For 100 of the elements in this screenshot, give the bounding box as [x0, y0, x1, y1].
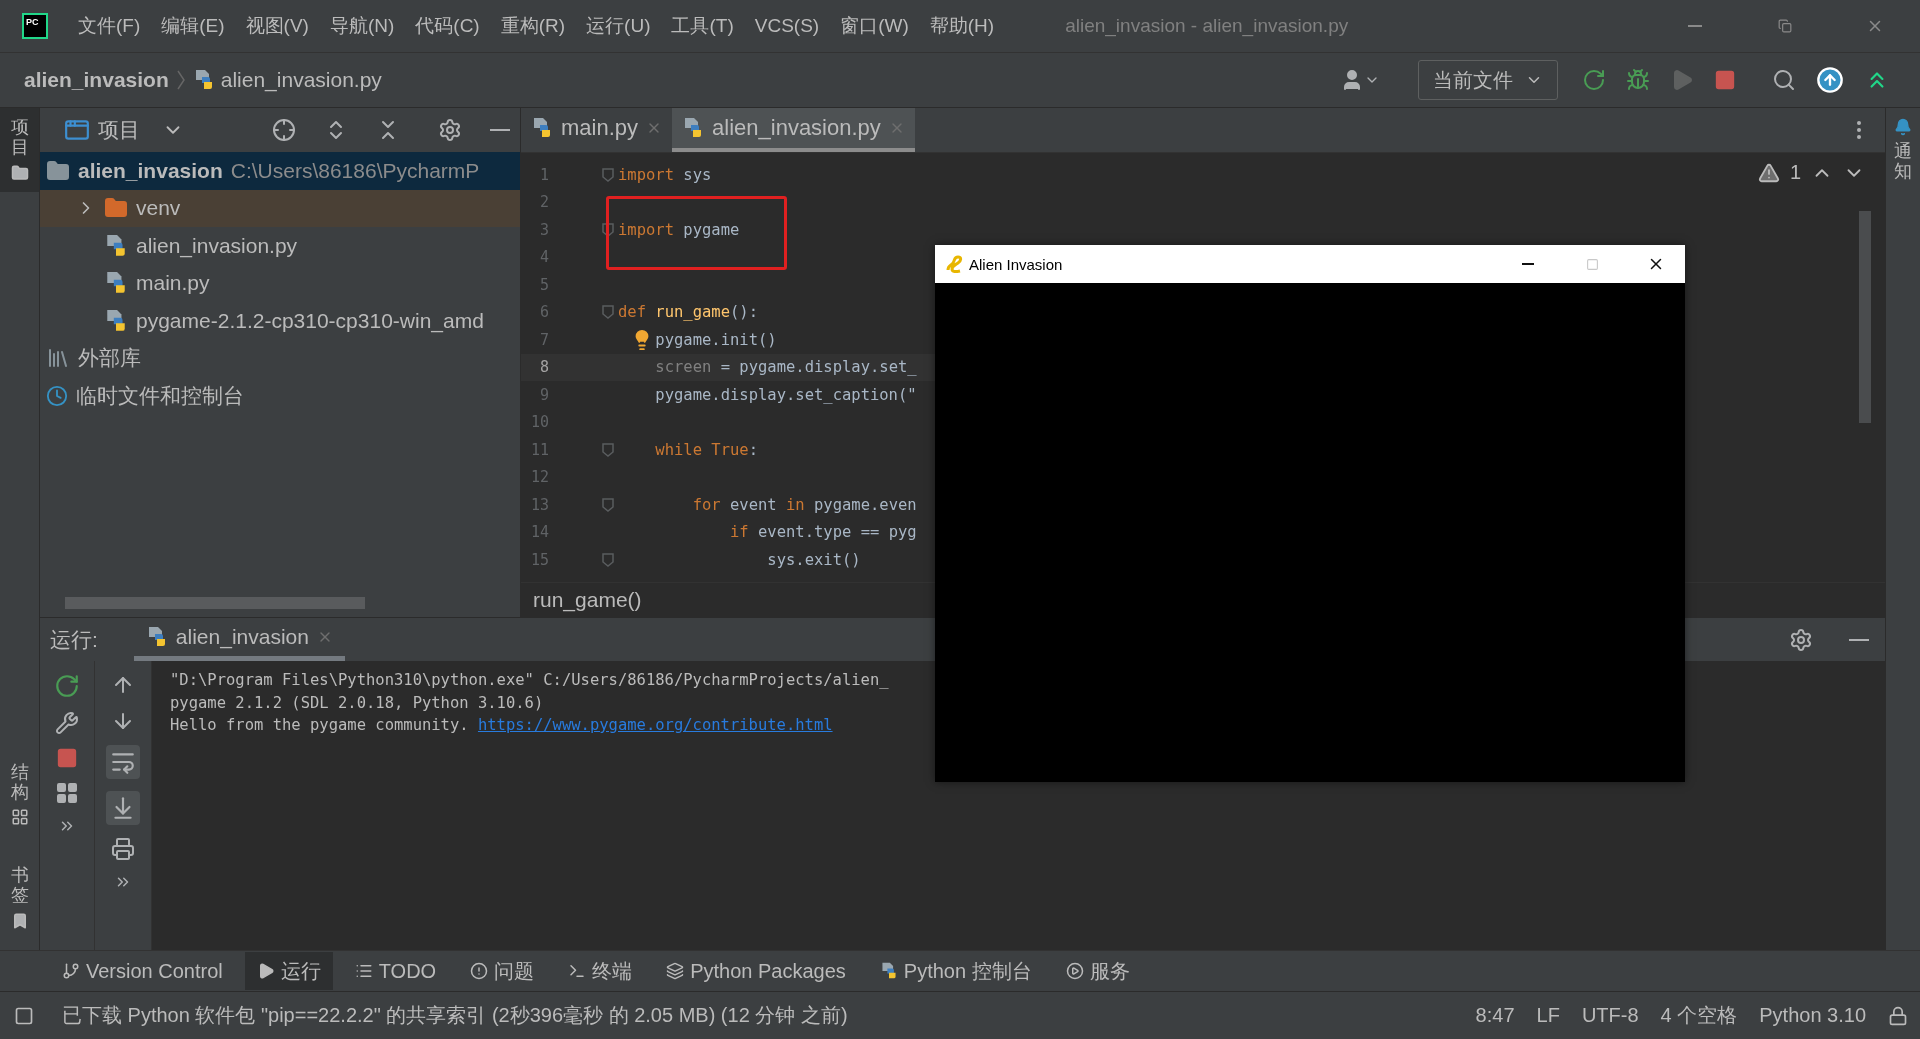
debug-button[interactable] [1626, 68, 1650, 92]
fold-marker-icon[interactable] [602, 222, 614, 237]
menu-item[interactable]: 文件(F) [78, 13, 141, 39]
fold-marker-icon[interactable] [602, 497, 614, 512]
breadcrumb-project[interactable]: alien_invasion [24, 68, 169, 92]
editor-tab[interactable]: main.py [521, 108, 673, 152]
stop-button[interactable] [56, 747, 78, 769]
tree-item-label: 外部库 [78, 345, 141, 372]
layers-icon [666, 962, 685, 980]
settings-button[interactable] [438, 118, 462, 142]
list-icon [354, 962, 373, 980]
wrench-button[interactable] [55, 711, 79, 735]
tree-item[interactable]: alien_invasion C:\Users\86186\PycharmP [40, 152, 520, 190]
fold-marker-icon[interactable] [602, 442, 614, 457]
line-number: 11 [529, 440, 549, 459]
code-text: pygame.init() [655, 330, 777, 349]
search-button[interactable] [1772, 68, 1796, 92]
tool-window-button[interactable]: Python 控制台 [867, 952, 1044, 990]
fold-marker-icon[interactable] [602, 305, 614, 320]
tree-item-label: alien_invasion [78, 158, 223, 183]
menu-item[interactable]: 视图(V) [245, 13, 309, 39]
tool-window-button[interactable]: 终端 [556, 952, 645, 990]
rerun-button[interactable] [1582, 68, 1606, 92]
tool-window-button[interactable]: 服务 [1053, 952, 1142, 990]
menu-item[interactable]: 导航(N) [329, 13, 395, 39]
editor-tab[interactable]: alien_invasion.py [672, 108, 915, 152]
line-number: 14 [529, 523, 549, 542]
code-text: while True: [655, 440, 758, 459]
tree-item-label: alien_invasion.py [136, 233, 298, 258]
tree-item[interactable]: alien_invasion.py [40, 227, 520, 265]
tree-item[interactable]: 外部库 [40, 339, 520, 377]
console-link[interactable]: https://www.pygame.org/contribute.html [477, 716, 833, 734]
console-line: "D:\Program Files\Python310\python.exe" C:/Users/86186/PycharmProjects/alien_ [170, 671, 890, 691]
status-item[interactable]: 4 个空格 [1660, 1002, 1738, 1029]
breadcrumb[interactable]: run_game() [533, 588, 642, 612]
menu-item[interactable]: 编辑(E) [161, 13, 225, 39]
settings-button[interactable] [1789, 627, 1813, 652]
hide-button[interactable] [1849, 638, 1869, 641]
warning-icon [1757, 161, 1780, 184]
tool-window-button[interactable]: Version Control [50, 952, 235, 990]
game-window-title: Alien Invasion [969, 255, 1064, 273]
python-file-icon [879, 962, 898, 980]
tree-item[interactable]: pygame-2.1.2-cp310-cp310-win_amd [40, 302, 520, 340]
run-config-dropdown[interactable]: 当前文件 [1418, 60, 1558, 100]
minus-icon [490, 129, 510, 131]
tool-window-tab[interactable]: 书签 [0, 856, 39, 940]
python-file-icon [104, 233, 128, 258]
line-number: 10 [529, 413, 549, 432]
print-button[interactable] [111, 837, 135, 861]
fold-marker-icon[interactable] [602, 167, 614, 182]
python-file-icon [104, 308, 128, 333]
menu-item[interactable]: 帮助(H) [929, 13, 995, 39]
tree-item[interactable]: venv [40, 189, 520, 227]
status-item[interactable]: Python 3.10 [1759, 1004, 1866, 1027]
tool-window-tab[interactable]: 结构 [0, 752, 39, 837]
tool-window-button[interactable]: Python Packages [654, 952, 858, 990]
app-logo: PC [22, 13, 48, 39]
tree-item-label: main.py [136, 271, 210, 296]
tool-window-button[interactable]: 问题 [458, 952, 547, 990]
stop-icon [1714, 69, 1736, 91]
horizontal-scrollbar[interactable] [65, 597, 365, 609]
menu-item[interactable]: 重构(R) [500, 13, 566, 39]
status-message[interactable]: 已下载 Python 软件包 "pip==22.2.2" 的共享索引 (2秒396毫秒 的 2.05 MB) (12 分钟 之前) [62, 1002, 1454, 1029]
code-text: def run_game(): [618, 303, 758, 322]
soft-wrap-button[interactable] [106, 745, 140, 779]
update-button[interactable] [1816, 66, 1844, 94]
menu-item[interactable]: 窗口(W) [840, 13, 909, 39]
tree-item[interactable]: main.py [40, 264, 520, 302]
tool-window-tab[interactable]: 通知 [1886, 108, 1920, 192]
menu-item[interactable]: 代码(C) [415, 13, 480, 39]
stop-icon [56, 747, 78, 769]
status-item[interactable]: LF [1536, 1004, 1560, 1027]
tree-item-label: venv [136, 196, 181, 221]
line-number: 5 [538, 275, 549, 294]
stop-button[interactable] [1714, 69, 1736, 91]
scroll-to-end-button[interactable] [106, 791, 140, 825]
vertical-scrollbar[interactable] [1859, 211, 1871, 423]
locate-button[interactable] [272, 118, 296, 142]
breadcrumb-file[interactable]: alien_invasion.py [220, 68, 382, 92]
status-item[interactable]: 8:47 [1475, 1004, 1515, 1027]
problems-icon [470, 962, 489, 980]
menu-item[interactable]: VCS(S) [754, 15, 820, 37]
services-icon [1065, 962, 1084, 980]
code-text: if event.type == pyg [730, 523, 917, 542]
tree-item[interactable]: 临时文件和控制台 [40, 377, 520, 415]
minus-icon [1688, 25, 1702, 27]
rerun-icon [1582, 68, 1606, 92]
tool-window-button[interactable]: TODO [342, 952, 449, 990]
panel-title[interactable]: 项目 [98, 116, 140, 144]
minus-icon [1522, 263, 1534, 265]
menu-item[interactable]: 运行(U) [586, 13, 651, 39]
fold-marker-icon[interactable] [602, 552, 614, 567]
menu-item[interactable]: 工具(T) [671, 13, 734, 39]
layout-button[interactable] [55, 781, 79, 805]
tool-window-tab[interactable]: 项目 [0, 108, 39, 192]
status-item[interactable]: UTF-8 [1581, 1004, 1639, 1027]
rerun-button[interactable] [54, 673, 80, 699]
python-file-icon [104, 271, 128, 296]
snake-icon [945, 255, 963, 273]
tool-window-button[interactable]: 运行 [244, 952, 333, 990]
